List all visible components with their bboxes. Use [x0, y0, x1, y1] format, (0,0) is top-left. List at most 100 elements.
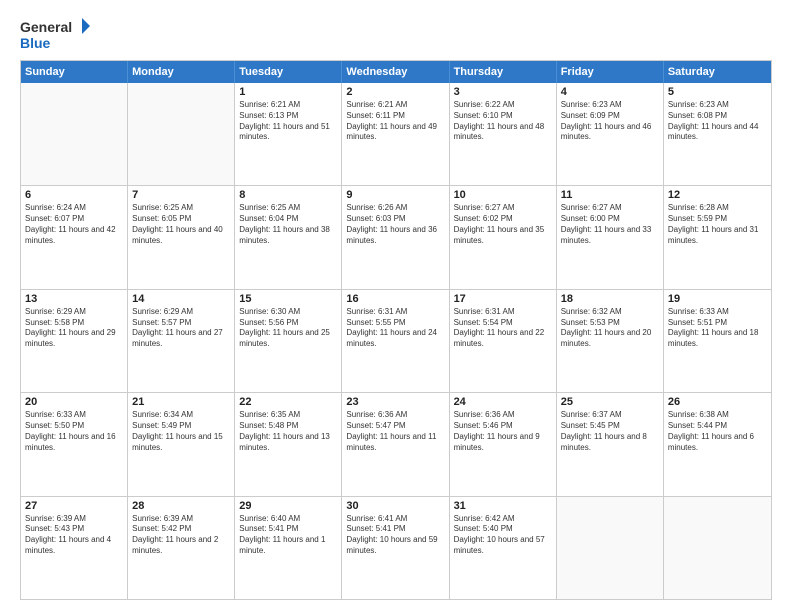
- day-info: Sunrise: 6:31 AM Sunset: 5:55 PM Dayligh…: [346, 307, 444, 350]
- day-info: Sunrise: 6:23 AM Sunset: 6:08 PM Dayligh…: [668, 100, 767, 143]
- day-info: Sunrise: 6:28 AM Sunset: 5:59 PM Dayligh…: [668, 203, 767, 246]
- calendar-cell: 14 Sunrise: 6:29 AM Sunset: 5:57 PM Dayli…: [128, 290, 235, 392]
- calendar-cell: 2 Sunrise: 6:21 AM Sunset: 6:11 PM Daylig…: [342, 83, 449, 185]
- calendar-row: 20 Sunrise: 6:33 AM Sunset: 5:50 PM Dayli…: [21, 393, 771, 496]
- calendar-cell: 11 Sunrise: 6:27 AM Sunset: 6:00 PM Dayli…: [557, 186, 664, 288]
- calendar-cell: 6 Sunrise: 6:24 AM Sunset: 6:07 PM Daylig…: [21, 186, 128, 288]
- calendar-body: 1 Sunrise: 6:21 AM Sunset: 6:13 PM Daylig…: [21, 83, 771, 599]
- calendar-cell: 24 Sunrise: 6:36 AM Sunset: 5:46 PM Dayli…: [450, 393, 557, 495]
- calendar-cell: 26Sunrise: 6:38 AM Sunset: 5:44 PM Dayli…: [664, 393, 771, 495]
- calendar-cell: 17Sunrise: 6:31 AM Sunset: 5:54 PM Dayli…: [450, 290, 557, 392]
- day-info: Sunrise: 6:24 AM Sunset: 6:07 PM Dayligh…: [25, 203, 123, 246]
- day-number: 19: [668, 293, 767, 305]
- day-info: Sunrise: 6:40 AM Sunset: 5:41 PM Dayligh…: [239, 514, 337, 557]
- day-number: 17: [454, 293, 552, 305]
- day-info: Sunrise: 6:21 AM Sunset: 6:11 PM Dayligh…: [346, 100, 444, 143]
- calendar-cell: 7 Sunrise: 6:25 AM Sunset: 6:05 PM Daylig…: [128, 186, 235, 288]
- day-info: Sunrise: 6:22 AM Sunset: 6:10 PM Dayligh…: [454, 100, 552, 143]
- day-info: Sunrise: 6:27 AM Sunset: 6:00 PM Dayligh…: [561, 203, 659, 246]
- day-number: 14: [132, 293, 230, 305]
- header-cell-sunday: Sunday: [21, 61, 128, 83]
- day-info: Sunrise: 6:25 AM Sunset: 6:04 PM Dayligh…: [239, 203, 337, 246]
- day-number: 24: [454, 396, 552, 408]
- day-info: Sunrise: 6:33 AM Sunset: 5:51 PM Dayligh…: [668, 307, 767, 350]
- calendar-cell: 31 Sunrise: 6:42 AM Sunset: 5:40 PM Dayli…: [450, 497, 557, 599]
- calendar-cell: 23Sunrise: 6:36 AM Sunset: 5:47 PM Dayli…: [342, 393, 449, 495]
- day-number: 31: [454, 500, 552, 512]
- calendar-cell: 3 Sunrise: 6:22 AM Sunset: 6:10 PM Daylig…: [450, 83, 557, 185]
- header-cell-monday: Monday: [128, 61, 235, 83]
- day-info: Sunrise: 6:36 AM Sunset: 5:46 PM Dayligh…: [454, 410, 552, 453]
- calendar-cell: 28 Sunrise: 6:39 AM Sunset: 5:42 PM Dayli…: [128, 497, 235, 599]
- day-info: Sunrise: 6:32 AM Sunset: 5:53 PM Dayligh…: [561, 307, 659, 350]
- day-number: 29: [239, 500, 337, 512]
- calendar-cell: [128, 83, 235, 185]
- day-number: 8: [239, 189, 337, 201]
- day-info: Sunrise: 6:33 AM Sunset: 5:50 PM Dayligh…: [25, 410, 123, 453]
- calendar-row: 1 Sunrise: 6:21 AM Sunset: 6:13 PM Daylig…: [21, 83, 771, 186]
- calendar-cell: 9 Sunrise: 6:26 AM Sunset: 6:03 PM Daylig…: [342, 186, 449, 288]
- day-info: Sunrise: 6:29 AM Sunset: 5:57 PM Dayligh…: [132, 307, 230, 350]
- calendar-cell: 21 Sunrise: 6:34 AM Sunset: 5:49 PM Dayli…: [128, 393, 235, 495]
- header: GeneralBlue: [20, 16, 772, 52]
- day-info: Sunrise: 6:39 AM Sunset: 5:43 PM Dayligh…: [25, 514, 123, 557]
- calendar-cell: 27Sunrise: 6:39 AM Sunset: 5:43 PM Dayli…: [21, 497, 128, 599]
- day-number: 3: [454, 86, 552, 98]
- calendar-cell: 29 Sunrise: 6:40 AM Sunset: 5:41 PM Dayli…: [235, 497, 342, 599]
- calendar-cell: 5 Sunrise: 6:23 AM Sunset: 6:08 PM Daylig…: [664, 83, 771, 185]
- day-number: 15: [239, 293, 337, 305]
- header-cell-friday: Friday: [557, 61, 664, 83]
- day-info: Sunrise: 6:27 AM Sunset: 6:02 PM Dayligh…: [454, 203, 552, 246]
- svg-text:General: General: [20, 19, 72, 35]
- day-number: 4: [561, 86, 659, 98]
- calendar-cell: 30Sunrise: 6:41 AM Sunset: 5:41 PM Dayli…: [342, 497, 449, 599]
- day-number: 6: [25, 189, 123, 201]
- day-number: 20: [25, 396, 123, 408]
- calendar-cell: 19 Sunrise: 6:33 AM Sunset: 5:51 PM Dayli…: [664, 290, 771, 392]
- calendar-cell: 1 Sunrise: 6:21 AM Sunset: 6:13 PM Daylig…: [235, 83, 342, 185]
- calendar-cell: 20 Sunrise: 6:33 AM Sunset: 5:50 PM Dayli…: [21, 393, 128, 495]
- header-cell-thursday: Thursday: [450, 61, 557, 83]
- calendar-cell: 12 Sunrise: 6:28 AM Sunset: 5:59 PM Dayli…: [664, 186, 771, 288]
- day-number: 2: [346, 86, 444, 98]
- day-number: 18: [561, 293, 659, 305]
- day-number: 21: [132, 396, 230, 408]
- calendar-row: 6 Sunrise: 6:24 AM Sunset: 6:07 PM Daylig…: [21, 186, 771, 289]
- day-number: 28: [132, 500, 230, 512]
- day-info: Sunrise: 6:37 AM Sunset: 5:45 PM Dayligh…: [561, 410, 659, 453]
- day-number: 1: [239, 86, 337, 98]
- day-number: 22: [239, 396, 337, 408]
- calendar: SundayMondayTuesdayWednesdayThursdayFrid…: [20, 60, 772, 600]
- calendar-cell: 18 Sunrise: 6:32 AM Sunset: 5:53 PM Dayli…: [557, 290, 664, 392]
- day-number: 7: [132, 189, 230, 201]
- day-info: Sunrise: 6:41 AM Sunset: 5:41 PM Dayligh…: [346, 514, 444, 557]
- header-cell-tuesday: Tuesday: [235, 61, 342, 83]
- day-number: 10: [454, 189, 552, 201]
- day-number: 9: [346, 189, 444, 201]
- day-info: Sunrise: 6:42 AM Sunset: 5:40 PM Dayligh…: [454, 514, 552, 557]
- svg-text:Blue: Blue: [20, 35, 51, 51]
- day-info: Sunrise: 6:26 AM Sunset: 6:03 PM Dayligh…: [346, 203, 444, 246]
- calendar-cell: [664, 497, 771, 599]
- header-cell-saturday: Saturday: [664, 61, 771, 83]
- day-number: 11: [561, 189, 659, 201]
- day-info: Sunrise: 6:23 AM Sunset: 6:09 PM Dayligh…: [561, 100, 659, 143]
- day-number: 5: [668, 86, 767, 98]
- logo: GeneralBlue: [20, 16, 90, 52]
- calendar-row: 13Sunrise: 6:29 AM Sunset: 5:58 PM Dayli…: [21, 290, 771, 393]
- day-info: Sunrise: 6:34 AM Sunset: 5:49 PM Dayligh…: [132, 410, 230, 453]
- calendar-cell: 16Sunrise: 6:31 AM Sunset: 5:55 PM Dayli…: [342, 290, 449, 392]
- day-info: Sunrise: 6:36 AM Sunset: 5:47 PM Dayligh…: [346, 410, 444, 453]
- day-info: Sunrise: 6:39 AM Sunset: 5:42 PM Dayligh…: [132, 514, 230, 557]
- calendar-row: 27Sunrise: 6:39 AM Sunset: 5:43 PM Dayli…: [21, 497, 771, 599]
- calendar-header: SundayMondayTuesdayWednesdayThursdayFrid…: [21, 61, 771, 83]
- calendar-cell: 13Sunrise: 6:29 AM Sunset: 5:58 PM Dayli…: [21, 290, 128, 392]
- day-number: 13: [25, 293, 123, 305]
- day-info: Sunrise: 6:30 AM Sunset: 5:56 PM Dayligh…: [239, 307, 337, 350]
- calendar-cell: 22 Sunrise: 6:35 AM Sunset: 5:48 PM Dayli…: [235, 393, 342, 495]
- day-number: 12: [668, 189, 767, 201]
- day-info: Sunrise: 6:21 AM Sunset: 6:13 PM Dayligh…: [239, 100, 337, 143]
- day-number: 26: [668, 396, 767, 408]
- day-info: Sunrise: 6:25 AM Sunset: 6:05 PM Dayligh…: [132, 203, 230, 246]
- day-info: Sunrise: 6:35 AM Sunset: 5:48 PM Dayligh…: [239, 410, 337, 453]
